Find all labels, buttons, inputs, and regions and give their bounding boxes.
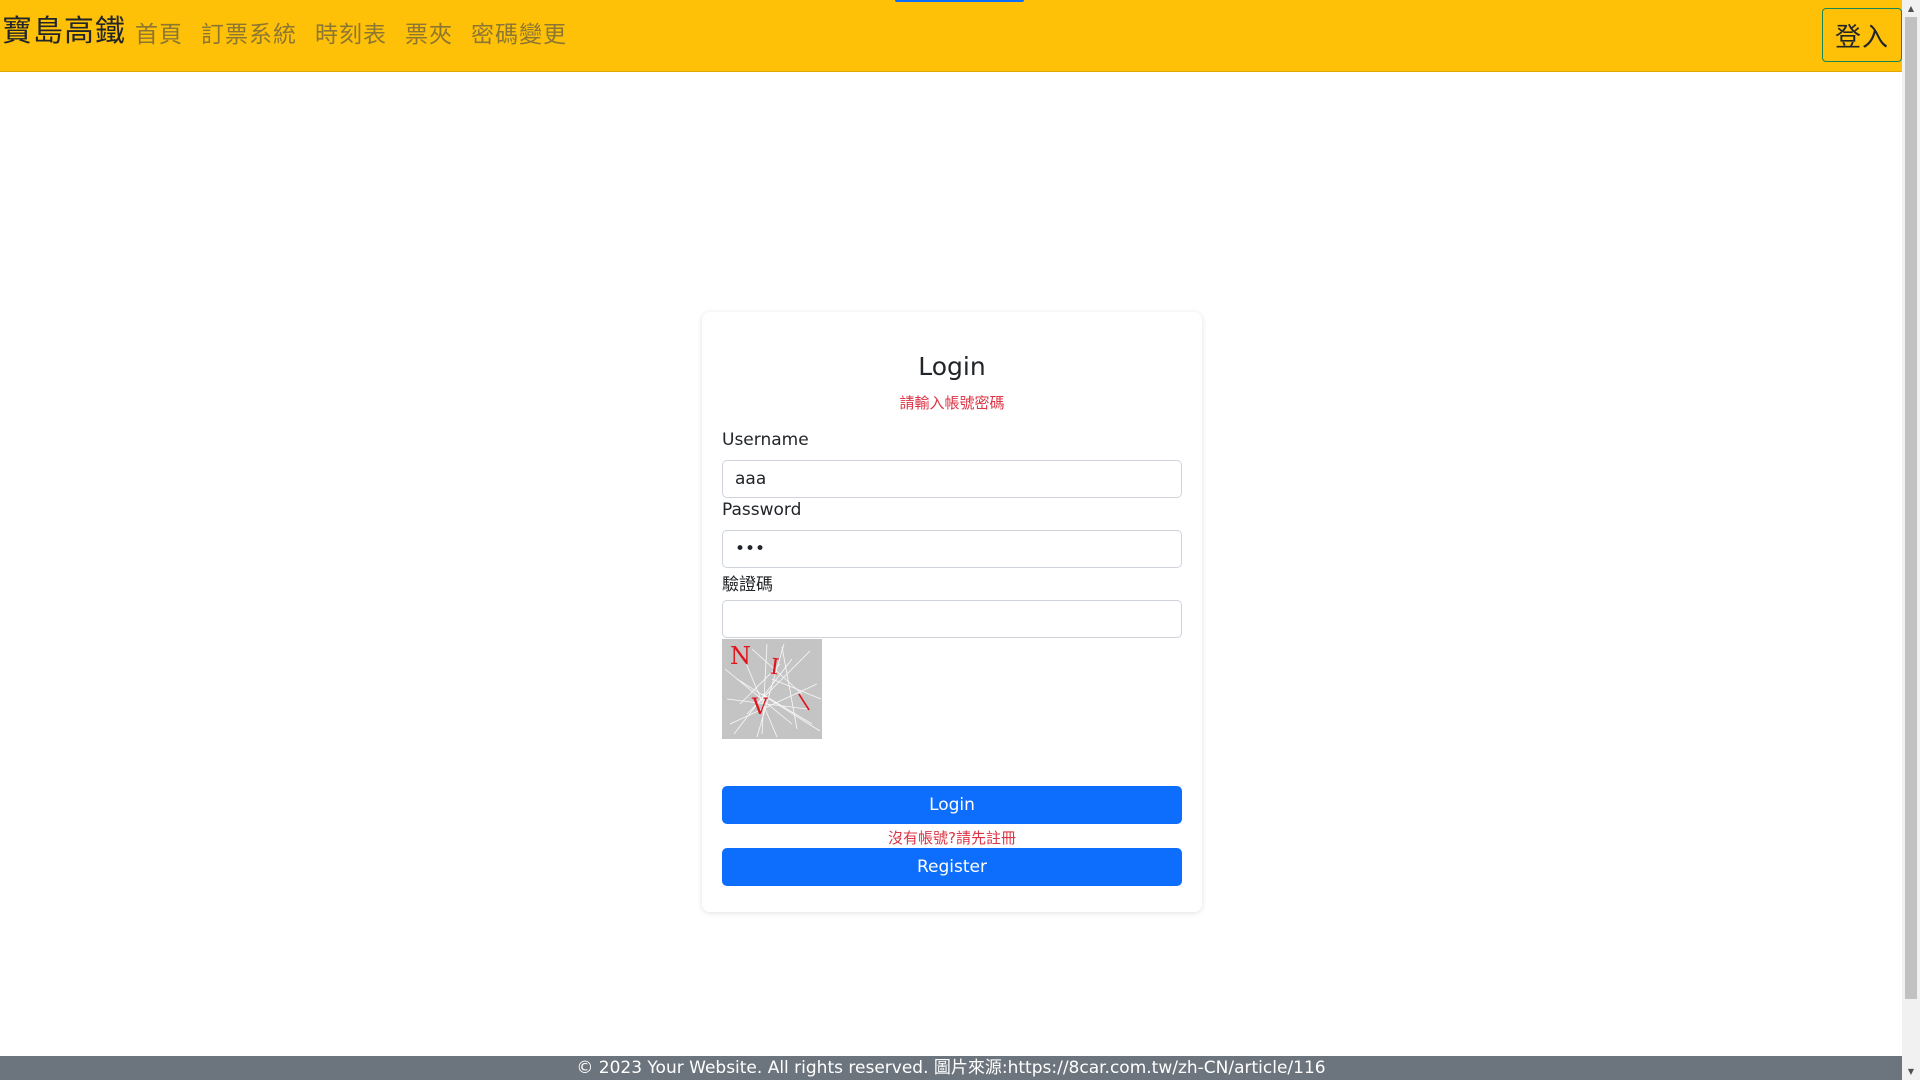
vertical-scrollbar[interactable]: ▲ ▼ [1902, 0, 1920, 1080]
captcha-char-4: \ [797, 689, 811, 715]
nav-link-tickets[interactable]: 票夾 [405, 18, 453, 52]
scroll-up-icon[interactable]: ▲ [1902, 0, 1920, 17]
login-subtitle: 請輸入帳號密碼 [899, 394, 1005, 412]
scroll-thumb[interactable] [1905, 17, 1917, 999]
username-label: Username [722, 430, 809, 450]
captcha-image: N I V \ [722, 639, 822, 739]
footer: © 2023 Your Website. All rights reserved… [0, 1056, 1902, 1080]
register-hint: 沒有帳號?請先註冊 [888, 829, 1016, 847]
nav-link-booking[interactable]: 訂票系統 [201, 18, 297, 52]
footer-text: © 2023 Your Website. All rights reserved… [576, 1058, 1326, 1078]
login-title: Login [918, 352, 986, 381]
navbar-login-button[interactable]: 登入 [1822, 8, 1902, 62]
password-label: Password [722, 500, 802, 520]
captcha-label: 驗證碼 [722, 575, 773, 595]
username-input[interactable] [722, 460, 1182, 498]
register-button[interactable]: Register [722, 848, 1182, 886]
login-button[interactable]: Login [722, 786, 1182, 824]
brand-link[interactable]: 寶島高鐵 [2, 12, 126, 52]
navbar: 寶島高鐵 首頁 訂票系統 時刻表 票夾 密碼變更 登入 [0, 0, 1902, 72]
captcha-char-1: N [730, 642, 751, 670]
password-input[interactable] [722, 530, 1182, 568]
login-card: Login 請輸入帳號密碼 Username Password 驗證碼 [702, 312, 1202, 912]
captcha-char-3: V [751, 695, 769, 720]
nav-links: 首頁 訂票系統 時刻表 票夾 密碼變更 [135, 18, 567, 52]
nav-link-home[interactable]: 首頁 [135, 18, 183, 52]
nav-link-change-password[interactable]: 密碼變更 [471, 18, 567, 52]
captcha-input[interactable] [722, 600, 1182, 638]
page: 寶島高鐵 首頁 訂票系統 時刻表 票夾 密碼變更 登入 Login 請輸入帳號密… [0, 0, 1920, 1080]
scroll-down-icon[interactable]: ▼ [1902, 1063, 1920, 1080]
captcha-noise-icon: N I V \ [724, 642, 822, 738]
top-focus-indicator [895, 0, 1024, 2]
nav-link-timetable[interactable]: 時刻表 [315, 18, 387, 52]
